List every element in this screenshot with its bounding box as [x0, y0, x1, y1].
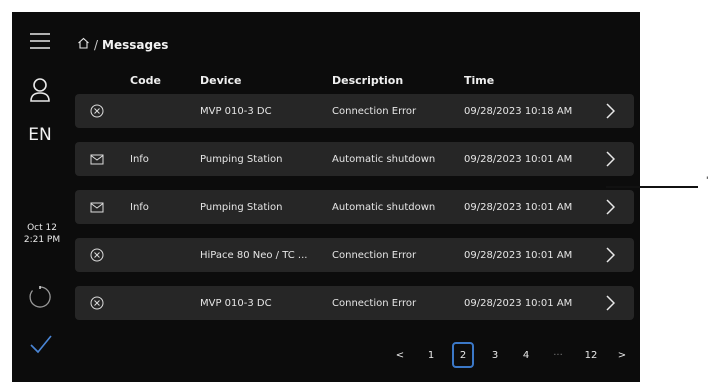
row-time: 09/28/2023 10:18 AM	[464, 105, 573, 117]
table-row[interactable]: MVP 010-3 DC Connection Error 09/28/2023…	[75, 94, 634, 128]
error-x-circle-icon	[90, 94, 106, 128]
row-time: 09/28/2023 10:01 AM	[464, 297, 573, 309]
breadcrumb-separator: /	[94, 37, 99, 52]
user-icon[interactable]	[27, 75, 53, 105]
language-selector[interactable]: EN	[22, 124, 58, 146]
column-header-description: Description	[332, 74, 404, 87]
clock: Oct 12 2:21 PM	[22, 222, 62, 246]
home-icon[interactable]	[77, 37, 90, 52]
chevron-right-icon[interactable]	[605, 286, 617, 320]
row-time: 09/28/2023 10:01 AM	[464, 249, 573, 261]
chevron-right-icon[interactable]	[605, 190, 617, 224]
column-header-time: Time	[464, 74, 495, 87]
error-x-circle-icon	[90, 286, 106, 320]
table-row[interactable]: Info Pumping Station Automatic shutdown …	[75, 190, 634, 224]
pagination-next-button[interactable]: >	[614, 342, 630, 368]
device-screen: EN Oct 12 2:21 PM / Messages Code Device…	[12, 12, 640, 382]
pagination-page-2-current[interactable]: 2	[452, 342, 474, 368]
row-description: Connection Error	[332, 249, 417, 261]
table-row[interactable]: MVP 010-3 DC Connection Error 09/28/2023…	[75, 286, 634, 320]
row-time: 09/28/2023 10:01 AM	[464, 153, 573, 165]
row-device: Pumping Station	[200, 153, 283, 165]
column-header-device: Device	[200, 74, 242, 87]
chevron-right-icon[interactable]	[605, 238, 617, 272]
table-row[interactable]: HiPace 80 Neo / TC ... Connection Error …	[75, 238, 634, 272]
chevron-right-icon[interactable]	[605, 142, 617, 176]
row-description: Connection Error	[332, 105, 417, 117]
table-row[interactable]: Info Pumping Station Automatic shutdown …	[75, 142, 634, 176]
row-device: HiPace 80 Neo / TC ...	[200, 249, 308, 261]
column-header-code: Code	[130, 74, 161, 87]
chevron-right-icon[interactable]	[605, 94, 617, 128]
pagination-page-4[interactable]: 4	[515, 342, 537, 368]
pagination-prev-button[interactable]: <	[392, 342, 408, 368]
error-x-circle-icon	[90, 238, 106, 272]
row-description: Connection Error	[332, 297, 417, 309]
row-time: 09/28/2023 10:01 AM	[464, 201, 573, 213]
clock-date: Oct 12	[27, 223, 57, 233]
annotation-callout-line	[606, 186, 698, 188]
pagination-page-1[interactable]: 1	[420, 342, 442, 368]
row-description: Automatic shutdown	[332, 153, 436, 165]
row-description: Automatic shutdown	[332, 201, 436, 213]
hamburger-menu-icon[interactable]	[27, 30, 53, 52]
page-title: Messages	[102, 37, 169, 52]
annotation-marker: '	[706, 176, 709, 186]
row-code: Info	[130, 201, 149, 213]
row-device: Pumping Station	[200, 201, 283, 213]
clock-time: 2:21 PM	[23, 235, 61, 245]
breadcrumb: / Messages	[77, 37, 168, 52]
pagination-page-last[interactable]: 12	[580, 342, 602, 368]
loading-spinner-icon	[27, 284, 53, 310]
checkmark-icon[interactable]	[28, 332, 54, 356]
envelope-icon	[90, 142, 106, 176]
pagination-page-3[interactable]: 3	[484, 342, 506, 368]
row-device: MVP 010-3 DC	[200, 297, 272, 309]
row-device: MVP 010-3 DC	[200, 105, 272, 117]
envelope-icon	[90, 190, 106, 224]
pagination-ellipsis: ···	[553, 349, 563, 361]
row-code: Info	[130, 153, 149, 165]
